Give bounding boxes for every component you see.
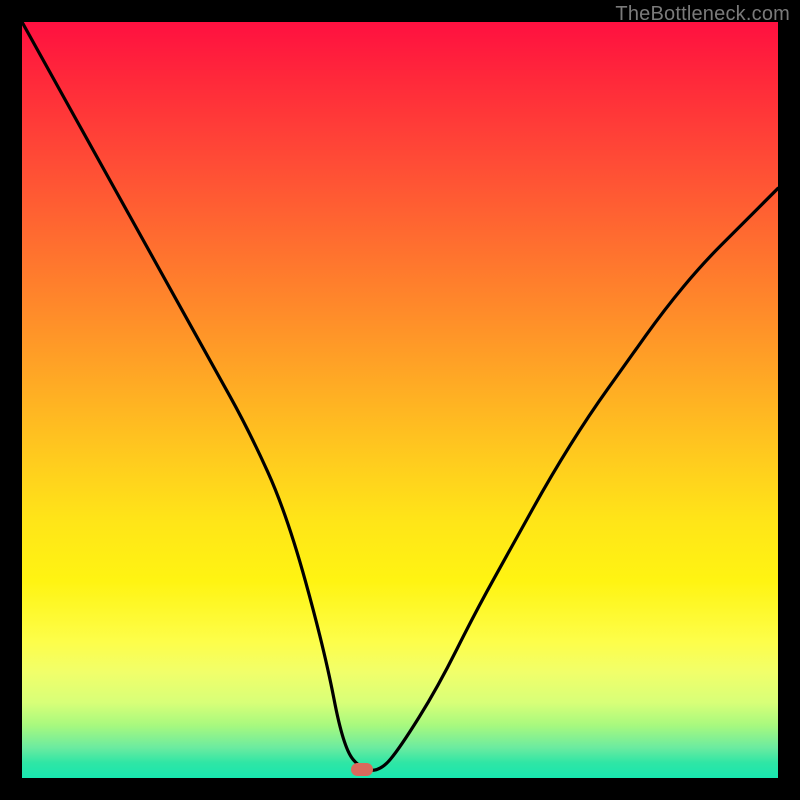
curve-path <box>22 22 778 770</box>
chart-frame: TheBottleneck.com <box>0 0 800 800</box>
optimum-marker <box>351 763 373 776</box>
watermark-text: TheBottleneck.com <box>615 3 790 26</box>
bottleneck-curve <box>22 22 778 778</box>
plot-area <box>22 22 778 778</box>
